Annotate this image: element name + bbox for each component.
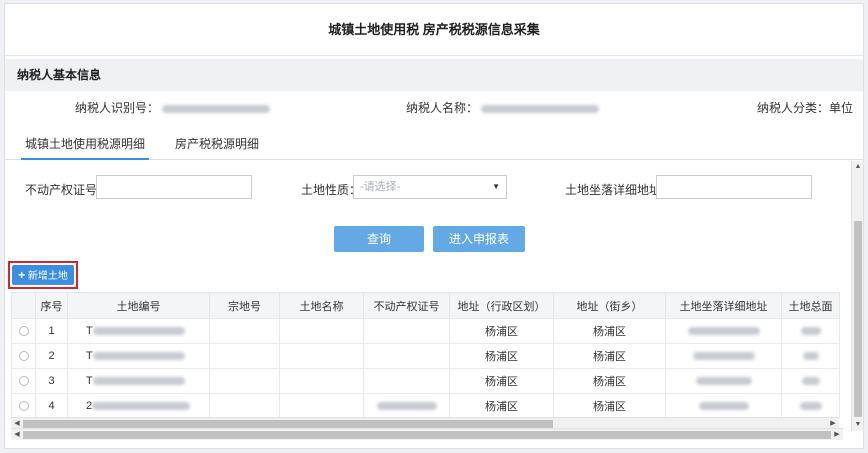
row-radio[interactable]: [18, 376, 29, 387]
scroll-down-icon[interactable]: ▼: [852, 419, 863, 431]
row-no: 4: [35, 393, 68, 419]
panel-vertical-scrollbar[interactable]: ▲ ▼: [851, 161, 863, 431]
table-row[interactable]: 1 T 杨浦区 杨浦区: [11, 318, 840, 344]
row-land-id: T: [67, 343, 210, 369]
table-row[interactable]: 3 T 杨浦区 杨浦区: [11, 368, 840, 394]
row-cert-no: [363, 368, 450, 394]
row-parcel-no: [209, 318, 280, 344]
land-nature-placeholder: -请选择-: [360, 181, 401, 193]
page-scroll-thumb[interactable]: [23, 431, 831, 439]
section-heading-basic-info: 纳税人基本信息: [5, 59, 863, 91]
row-land-name: [279, 318, 364, 344]
land-tax-panel: 不动产权证号： 土地性质： -请选择- ▼ 土地坐落详细地址： 查询 进入申报表…: [5, 161, 851, 431]
col-no: 序号: [35, 292, 68, 319]
row-street: 杨浦区: [553, 343, 666, 369]
taxpayer-type-label: 纳税人分类：: [757, 101, 830, 115]
land-nature-select[interactable]: -请选择- ▼: [353, 175, 507, 199]
row-street: 杨浦区: [553, 368, 666, 394]
row-parcel-no: [209, 393, 280, 419]
taxpayer-id: 纳税人识别号：: [75, 91, 271, 125]
taxpayer-type: 纳税人分类：单位: [757, 91, 853, 125]
col-address: 土地坐落详细地址: [665, 292, 782, 319]
row-land-id: T: [67, 368, 210, 394]
caret-down-icon: ▼: [492, 182, 500, 191]
tab-land-use-tax[interactable]: 城镇土地使用税源明细: [21, 128, 150, 160]
app-window: 城镇土地使用税 房产税税源信息采集 纳税人基本信息 纳税人识别号： 纳税人名称：…: [4, 3, 864, 449]
row-district: 杨浦区: [449, 393, 554, 419]
row-radio[interactable]: [18, 351, 29, 362]
row-radio[interactable]: [18, 401, 29, 412]
row-total-area: [781, 368, 840, 394]
row-land-name: [279, 393, 364, 419]
row-parcel-no: [209, 343, 280, 369]
row-no: 2: [35, 343, 68, 369]
row-total-area: [781, 393, 840, 419]
row-land-name: [279, 368, 364, 394]
row-address: [665, 343, 782, 369]
row-address: [665, 318, 782, 344]
add-land-label: 新增土地: [27, 271, 68, 282]
row-total-area: [781, 343, 840, 369]
tab-bar: 城镇土地使用税源明细 房产税税源明细: [5, 128, 863, 160]
taxpayer-type-value: 单位: [829, 101, 854, 115]
table-row[interactable]: 2 T 杨浦区 杨浦区: [11, 343, 840, 369]
row-district: 杨浦区: [449, 318, 554, 344]
page-scroll-left-icon[interactable]: ◀: [11, 429, 23, 441]
col-street: 地址（街乡）: [553, 292, 666, 319]
taxpayer-name-redacted: [481, 104, 600, 113]
table-row[interactable]: 4 2 杨浦区 杨浦区: [11, 393, 840, 419]
land-address-input[interactable]: [656, 175, 812, 199]
row-street: 杨浦区: [553, 393, 666, 419]
scroll-up-icon[interactable]: ▲: [852, 161, 863, 173]
row-address: [665, 393, 782, 419]
col-land-name: 土地名称: [279, 292, 364, 319]
col-select: [11, 292, 36, 319]
row-no: 3: [35, 368, 68, 394]
land-table: 序号 土地编号 宗地号 土地名称 不动产权证号 地址（行政区划） 地址（街乡） …: [11, 292, 840, 419]
row-district: 杨浦区: [449, 343, 554, 369]
panel-scroll-thumb[interactable]: [854, 221, 862, 417]
row-land-id: T: [67, 318, 210, 344]
row-parcel-no: [209, 368, 280, 394]
row-street: 杨浦区: [553, 318, 666, 344]
add-land-highlight: + 新增土地: [8, 261, 78, 289]
row-cert-no: [363, 318, 450, 344]
query-button[interactable]: 查询: [334, 226, 424, 252]
page-title: 城镇土地使用税 房产税税源信息采集: [5, 4, 863, 56]
table-scroll-thumb[interactable]: [23, 420, 553, 428]
col-cert-no: 不动产权证号: [363, 292, 450, 319]
page-scroll-right-icon[interactable]: ▶: [831, 429, 843, 441]
row-address: [665, 368, 782, 394]
row-land-id: 2: [67, 393, 210, 419]
row-district: 杨浦区: [449, 368, 554, 394]
cert-no-input[interactable]: [96, 175, 252, 199]
taxpayer-name: 纳税人名称：: [406, 91, 600, 125]
col-district: 地址（行政区划）: [449, 292, 554, 319]
row-cert-no: [363, 343, 450, 369]
col-parcel-no: 宗地号: [209, 292, 280, 319]
taxpayer-id-label: 纳税人识别号：: [75, 101, 160, 115]
table-header-row: 序号 土地编号 宗地号 土地名称 不动产权证号 地址（行政区划） 地址（街乡） …: [11, 292, 840, 319]
row-no: 1: [35, 318, 68, 344]
col-total-area: 土地总面: [781, 292, 840, 319]
taxpayer-info-row: 纳税人识别号： 纳税人名称： 纳税人分类：单位: [5, 91, 863, 125]
row-cert-no: [363, 393, 450, 419]
row-land-name: [279, 343, 364, 369]
add-land-button[interactable]: + 新增土地: [12, 265, 74, 285]
land-nature-label: 土地性质：: [301, 183, 362, 197]
tab-property-tax[interactable]: 房产税税源明细: [171, 128, 263, 160]
taxpayer-name-label: 纳税人名称：: [406, 101, 479, 115]
taxpayer-id-redacted: [162, 104, 271, 113]
row-total-area: [781, 318, 840, 344]
row-radio[interactable]: [18, 326, 29, 337]
plus-icon: +: [18, 268, 26, 282]
enter-report-button[interactable]: 进入申报表: [433, 226, 525, 252]
page-horizontal-scrollbar[interactable]: ◀ ▶: [11, 428, 843, 440]
col-land-id: 土地编号: [67, 292, 210, 319]
